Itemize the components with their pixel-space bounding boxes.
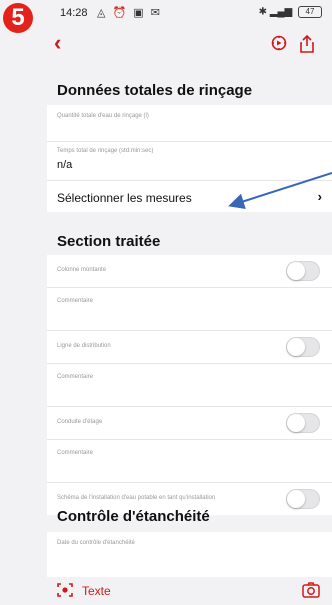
comment-field-floor[interactable]: Commentaire bbox=[47, 440, 332, 483]
rinse-time-field[interactable]: Temps total de rinçage (std:min:sec) n/a bbox=[47, 142, 332, 181]
water-quantity-field[interactable]: Quantité totale d'eau de rinçage (l) bbox=[47, 105, 332, 142]
toggle-row-floor: Conduite d'étage bbox=[47, 407, 332, 440]
leak-date-field[interactable]: Date du contrôle d'étanchéité bbox=[47, 532, 332, 577]
leak-date-label: Date du contrôle d'étanchéité bbox=[57, 540, 135, 546]
section-title-rinse: Données totales de rinçage bbox=[57, 82, 253, 99]
select-measures-label: Sélectionner les mesures bbox=[57, 191, 192, 205]
status-time: 14:28 bbox=[60, 7, 88, 19]
floor-pipe-toggle[interactable] bbox=[286, 413, 320, 433]
scan-text-icon[interactable] bbox=[57, 583, 73, 602]
schema-toggle[interactable] bbox=[286, 489, 320, 509]
toggle-row-riser: Colonne montante bbox=[47, 255, 332, 288]
comment-label: Commentaire bbox=[57, 298, 94, 304]
share-icon[interactable] bbox=[298, 34, 316, 59]
toggle-row-distribution: Ligne de distribution bbox=[47, 331, 332, 364]
bottom-bar: Texte bbox=[47, 577, 332, 605]
distribution-toggle[interactable] bbox=[286, 337, 320, 357]
water-quantity-label: Quantité totale d'eau de rinçage (l) bbox=[57, 113, 149, 119]
nav-bar: ‹ bbox=[0, 28, 332, 62]
status-right-icons: ✱ ▂▄▆ 47 bbox=[259, 6, 322, 18]
report-gear-icon[interactable] bbox=[270, 34, 288, 57]
toggle-label-distribution: Ligne de distribution bbox=[57, 343, 111, 349]
status-bar: 14:28 ◬ ⏰ ▣ ✉ ✱ ▂▄▆ 47 bbox=[0, 0, 332, 28]
section-title-leak: Contrôle d'étanchéité bbox=[57, 508, 210, 525]
toggle-label-schema: Schéma de l'installation d'eau potable e… bbox=[57, 495, 216, 501]
section-title-treated: Section traitée bbox=[57, 233, 161, 250]
battery-icon: 47 bbox=[298, 6, 322, 18]
text-button[interactable]: Texte bbox=[82, 584, 111, 598]
chevron-right-icon: › bbox=[317, 189, 322, 204]
bluetooth-icon: ✱ bbox=[258, 6, 267, 18]
toggle-label-riser: Colonne montante bbox=[57, 267, 107, 273]
camera-icon[interactable] bbox=[302, 582, 320, 603]
comment-field-riser[interactable]: Commentaire bbox=[47, 288, 332, 331]
step-number-badge: 5 bbox=[3, 3, 33, 33]
rinse-time-value: n/a bbox=[57, 159, 73, 171]
signal-icon: ▂▄▆ bbox=[269, 6, 293, 18]
riser-toggle[interactable] bbox=[286, 261, 320, 281]
select-measures-row[interactable]: Sélectionner les mesures › bbox=[47, 181, 332, 212]
toggle-knob bbox=[287, 490, 305, 508]
comment-label: Commentaire bbox=[57, 374, 94, 380]
toggle-knob bbox=[287, 262, 305, 280]
rinse-card: Quantité totale d'eau de rinçage (l) Tem… bbox=[47, 105, 332, 212]
comment-label: Commentaire bbox=[57, 450, 94, 456]
treated-card: Colonne montante Commentaire Ligne de di… bbox=[47, 255, 332, 515]
comment-field-distribution[interactable]: Commentaire bbox=[47, 364, 332, 407]
toggle-knob bbox=[287, 414, 305, 432]
rinse-time-label: Temps total de rinçage (std:min:sec) bbox=[57, 148, 154, 154]
back-chevron-icon[interactable]: ‹ bbox=[54, 32, 61, 54]
toggle-knob bbox=[287, 338, 305, 356]
leak-card: Date du contrôle d'étanchéité bbox=[47, 532, 332, 577]
toggle-label-floor: Conduite d'étage bbox=[57, 419, 103, 425]
status-notification-icons: ◬ ⏰ ▣ ✉ bbox=[97, 7, 162, 19]
form-sheet: Données totales de rinçage Quantité tota… bbox=[47, 62, 332, 577]
